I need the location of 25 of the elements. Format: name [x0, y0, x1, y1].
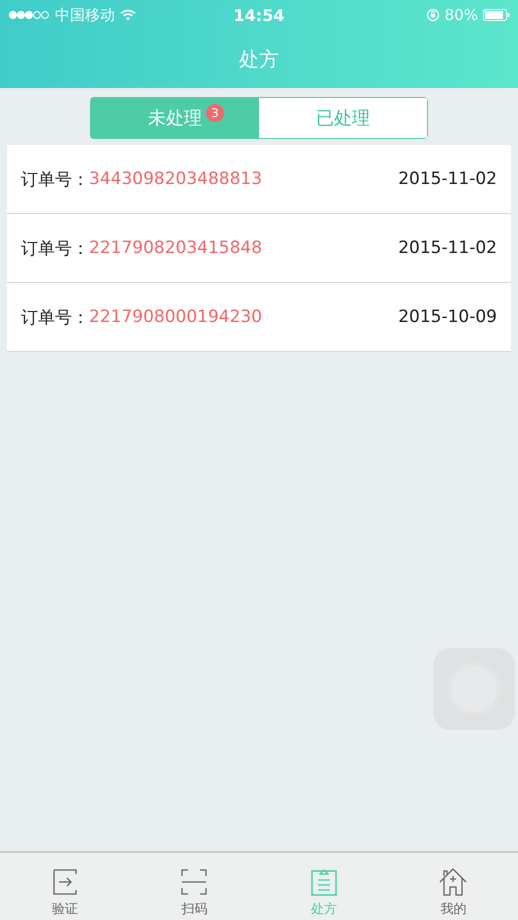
rotation-lock-icon	[426, 8, 440, 22]
page-title: 处方	[239, 46, 279, 72]
status-time: 14:54	[234, 6, 284, 24]
battery-icon	[483, 9, 510, 21]
segment-tab[interactable]: 未处理 3	[91, 98, 259, 138]
tab-bar-item[interactable]: 验证	[0, 853, 130, 920]
signal-icon	[8, 10, 50, 20]
order-label: 订单号：	[21, 238, 89, 260]
order-date: 2015-11-02	[398, 169, 497, 189]
wifi-icon	[120, 9, 136, 21]
count-badge: 3	[206, 104, 224, 122]
house-icon	[438, 867, 468, 897]
tab-bar-item[interactable]: 我的	[388, 853, 518, 920]
scan-icon	[179, 867, 210, 897]
order-label: 订单号：	[21, 168, 89, 190]
battery-percent: 80%	[444, 6, 478, 24]
order-date: 2015-10-09	[398, 307, 497, 327]
order-number: 2217908203415848	[89, 238, 264, 258]
order-date: 2015-11-02	[398, 238, 497, 258]
order-number: 3443098203488813	[89, 169, 264, 189]
order-label: 订单号：	[21, 306, 89, 328]
tab-bar-item[interactable]: 扫码	[130, 853, 259, 920]
carrier-name: 中国移动	[55, 6, 115, 24]
clipboard-icon	[308, 867, 339, 897]
order-number: 2217908000194230	[89, 307, 264, 327]
